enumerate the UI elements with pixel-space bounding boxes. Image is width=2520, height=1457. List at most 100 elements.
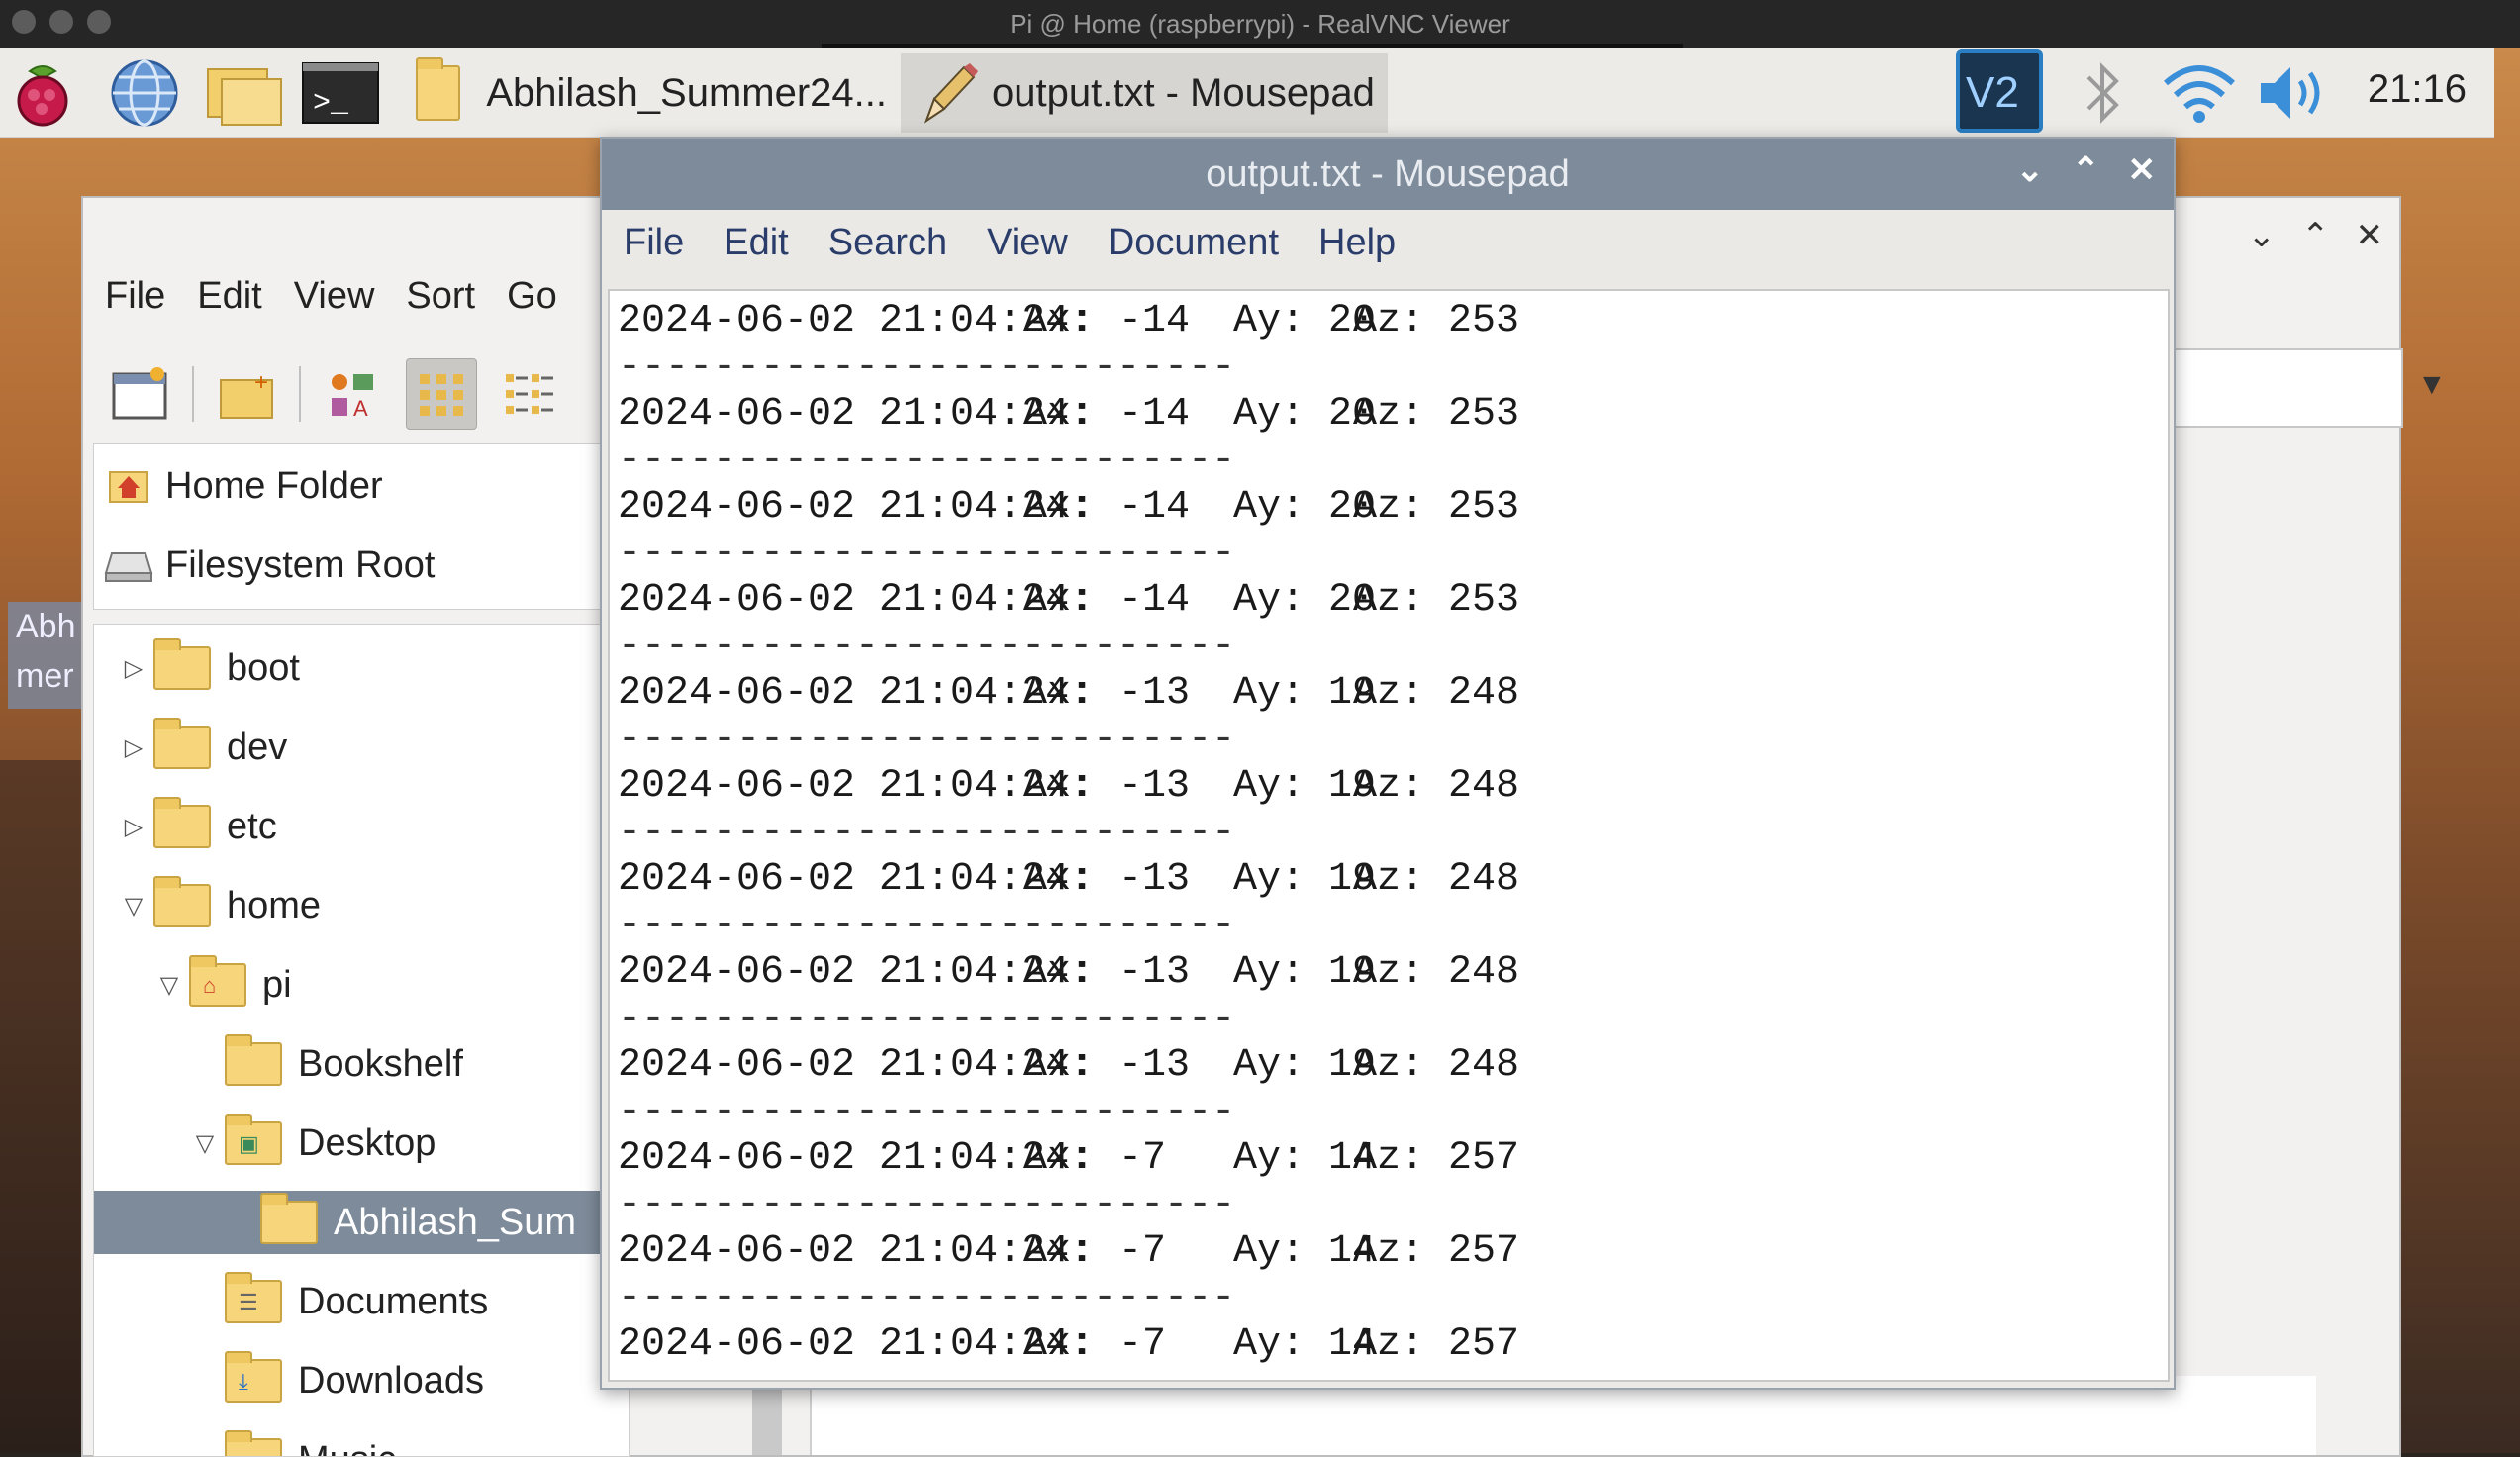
log-ts: 2024-06-02 21:04:24: xyxy=(618,763,1093,810)
minimize-window-icon[interactable] xyxy=(49,10,73,34)
tree-item-label: Abhilash_Sum xyxy=(334,1202,576,1244)
log-az: Az: 257 xyxy=(1353,1228,1519,1275)
icon-view-icon[interactable]: A xyxy=(319,359,388,429)
separator-line: -------------------------- xyxy=(618,717,1235,763)
menu-document[interactable]: Document xyxy=(1108,222,1279,264)
close-icon[interactable]: ✕ xyxy=(2128,150,2157,190)
task-file-manager[interactable]: Abhilash_Summer24... xyxy=(404,53,899,133)
new-folder-icon[interactable]: + xyxy=(212,359,281,429)
log-az: Az: 248 xyxy=(1353,856,1519,903)
menu-view[interactable]: View xyxy=(294,275,375,318)
tree-item-documents[interactable]: ☰ Documents xyxy=(185,1270,488,1333)
log-ax: Ax: -13 xyxy=(1023,763,1190,810)
log-line: 2024-06-02 21:04:24:Ax: -13Ay: 19Az: 248 xyxy=(618,670,1235,717)
tree-item-downloads[interactable]: ⤓ Downloads xyxy=(185,1349,484,1412)
log-ax: Ax: -13 xyxy=(1023,949,1190,996)
log-line: 2024-06-02 21:04:24:Ax: -13Ay: 19Az: 248 xyxy=(618,856,1235,903)
menu-view[interactable]: View xyxy=(987,222,1068,264)
menu-edit[interactable]: Edit xyxy=(197,275,261,318)
collapse-arrow-icon[interactable]: ▽ xyxy=(114,892,153,921)
volume-icon[interactable] xyxy=(2255,57,2334,129)
svg-text:+: + xyxy=(254,369,268,396)
text-editor-area[interactable]: --------------------------2024-06-02 21:… xyxy=(608,289,2170,1382)
menu-help[interactable]: Help xyxy=(1318,222,1396,264)
minimize-icon[interactable]: ⌄ xyxy=(2248,216,2277,255)
tree-item-home[interactable]: ▽ home xyxy=(114,874,321,937)
tree-item-label: Downloads xyxy=(298,1360,484,1403)
tree-item-etc[interactable]: ▷ etc xyxy=(114,795,277,858)
log-az: Az: 253 xyxy=(1353,484,1519,531)
bluetooth-icon[interactable] xyxy=(2079,57,2128,129)
log-az: Az: 248 xyxy=(1353,1042,1519,1089)
minimize-icon[interactable]: ⌄ xyxy=(2016,150,2045,190)
taskbar: >_ Abhilash_Summer24... output.txt - Mou… xyxy=(0,48,2494,138)
menu-file[interactable]: File xyxy=(105,275,165,318)
place-filesystem-root[interactable]: Filesystem Root xyxy=(104,535,435,595)
tree-item-desktop[interactable]: ▽ ▣ Desktop xyxy=(185,1112,436,1175)
close-window-icon[interactable] xyxy=(12,10,36,34)
vnc-viewer-titlebar: Pi @ Home (raspberrypi) - RealVNC Viewer xyxy=(0,0,2520,48)
collapse-arrow-icon[interactable]: ▽ xyxy=(149,971,189,1000)
expand-arrow-icon[interactable]: ▷ xyxy=(114,813,153,841)
music-folder-icon xyxy=(225,1438,282,1457)
log-az: Az: 257 xyxy=(1353,1135,1519,1182)
log-line: 2024-06-02 21:04:24:Ax: -14Ay: 20Az: 253 xyxy=(618,298,1235,344)
file-manager-icon[interactable] xyxy=(204,57,285,129)
log-ax: Ax: -7 xyxy=(1023,1321,1166,1368)
window-title: output.txt - Mousepad xyxy=(1206,153,1570,196)
log-line: 2024-06-02 21:04:24:Ax: -7Ay: 14Az: 257 xyxy=(618,1321,1235,1368)
downloads-folder-icon: ⤓ xyxy=(225,1359,282,1403)
tree-item-abhilash-summer[interactable]: Abhilash_Sum xyxy=(94,1191,629,1254)
tree-item-boot[interactable]: ▷ boot xyxy=(114,636,300,700)
menu-file[interactable]: File xyxy=(624,222,684,264)
menu-sort[interactable]: Sort xyxy=(406,275,475,318)
log-ax: Ax: -14 xyxy=(1023,298,1190,344)
place-home-folder[interactable]: Home Folder xyxy=(104,456,383,516)
menu-go[interactable]: Go xyxy=(507,275,557,318)
web-browser-icon[interactable] xyxy=(107,57,182,129)
separator-line: -------------------------- xyxy=(618,1368,1235,1382)
separator-line: -------------------------- xyxy=(618,996,1235,1042)
wifi-icon[interactable] xyxy=(2160,57,2239,129)
separator-line: -------------------------- xyxy=(618,810,1235,856)
mousepad-window-controls: ⌄ ⌃ ✕ xyxy=(2016,150,2157,190)
mousepad-menubar: File Edit Search View Document Help xyxy=(624,222,1396,264)
collapse-arrow-icon[interactable]: ▽ xyxy=(185,1129,225,1158)
thumbnail-view-icon[interactable] xyxy=(406,358,477,430)
zoom-window-icon[interactable] xyxy=(87,10,111,34)
file-manager-menubar: File Edit View Sort Go xyxy=(105,275,557,318)
terminal-icon[interactable]: >_ xyxy=(301,57,380,129)
log-line: 2024-06-02 21:04:24:Ax: -7Ay: 14Az: 257 xyxy=(618,1228,1235,1275)
menu-edit[interactable]: Edit xyxy=(724,222,788,264)
text-content: --------------------------2024-06-02 21:… xyxy=(618,289,1235,1382)
home-folder-icon: ⌂ xyxy=(189,963,246,1007)
place-label: Home Folder xyxy=(165,465,383,508)
clock[interactable]: 21:16 xyxy=(2368,67,2467,112)
maximize-icon[interactable]: ⌃ xyxy=(2301,216,2330,255)
log-ts: 2024-06-02 21:04:24: xyxy=(618,1321,1093,1368)
log-line: 2024-06-02 21:04:24:Ax: -7Ay: 14Az: 257 xyxy=(618,1135,1235,1182)
close-icon[interactable]: ✕ xyxy=(2356,216,2384,255)
window-traffic-lights[interactable] xyxy=(12,10,111,34)
new-window-icon[interactable] xyxy=(105,359,174,429)
menu-search[interactable]: Search xyxy=(828,222,947,264)
expand-arrow-icon[interactable]: ▷ xyxy=(114,733,153,762)
compact-view-icon[interactable] xyxy=(495,359,564,429)
folder-icon xyxy=(153,805,211,848)
tree-item-bookshelf[interactable]: Bookshelf xyxy=(185,1032,463,1096)
tree-item-dev[interactable]: ▷ dev xyxy=(114,716,287,779)
raspberry-menu-icon[interactable] xyxy=(8,57,77,129)
maximize-icon[interactable]: ⌃ xyxy=(2072,150,2100,190)
log-az: Az: 253 xyxy=(1353,298,1519,344)
log-line: 2024-06-02 21:04:24:Ax: -13Ay: 19Az: 248 xyxy=(618,763,1235,810)
tree-item-pi[interactable]: ▽ ⌂ pi xyxy=(149,953,292,1017)
mousepad-titlebar[interactable]: output.txt - Mousepad ⌄ ⌃ ✕ xyxy=(602,139,2174,210)
expand-arrow-icon[interactable]: ▷ xyxy=(114,654,153,683)
vnc-icon[interactable]: V2 xyxy=(1956,55,2043,127)
log-az: Az: 248 xyxy=(1353,763,1519,810)
path-input[interactable] xyxy=(2172,348,2403,428)
chevron-down-icon[interactable]: ▼ xyxy=(2417,368,2447,402)
separator-line: -------------------------- xyxy=(618,1182,1235,1228)
file-manager-toolbar: + A xyxy=(105,354,564,434)
task-mousepad[interactable]: output.txt - Mousepad xyxy=(901,53,1388,133)
